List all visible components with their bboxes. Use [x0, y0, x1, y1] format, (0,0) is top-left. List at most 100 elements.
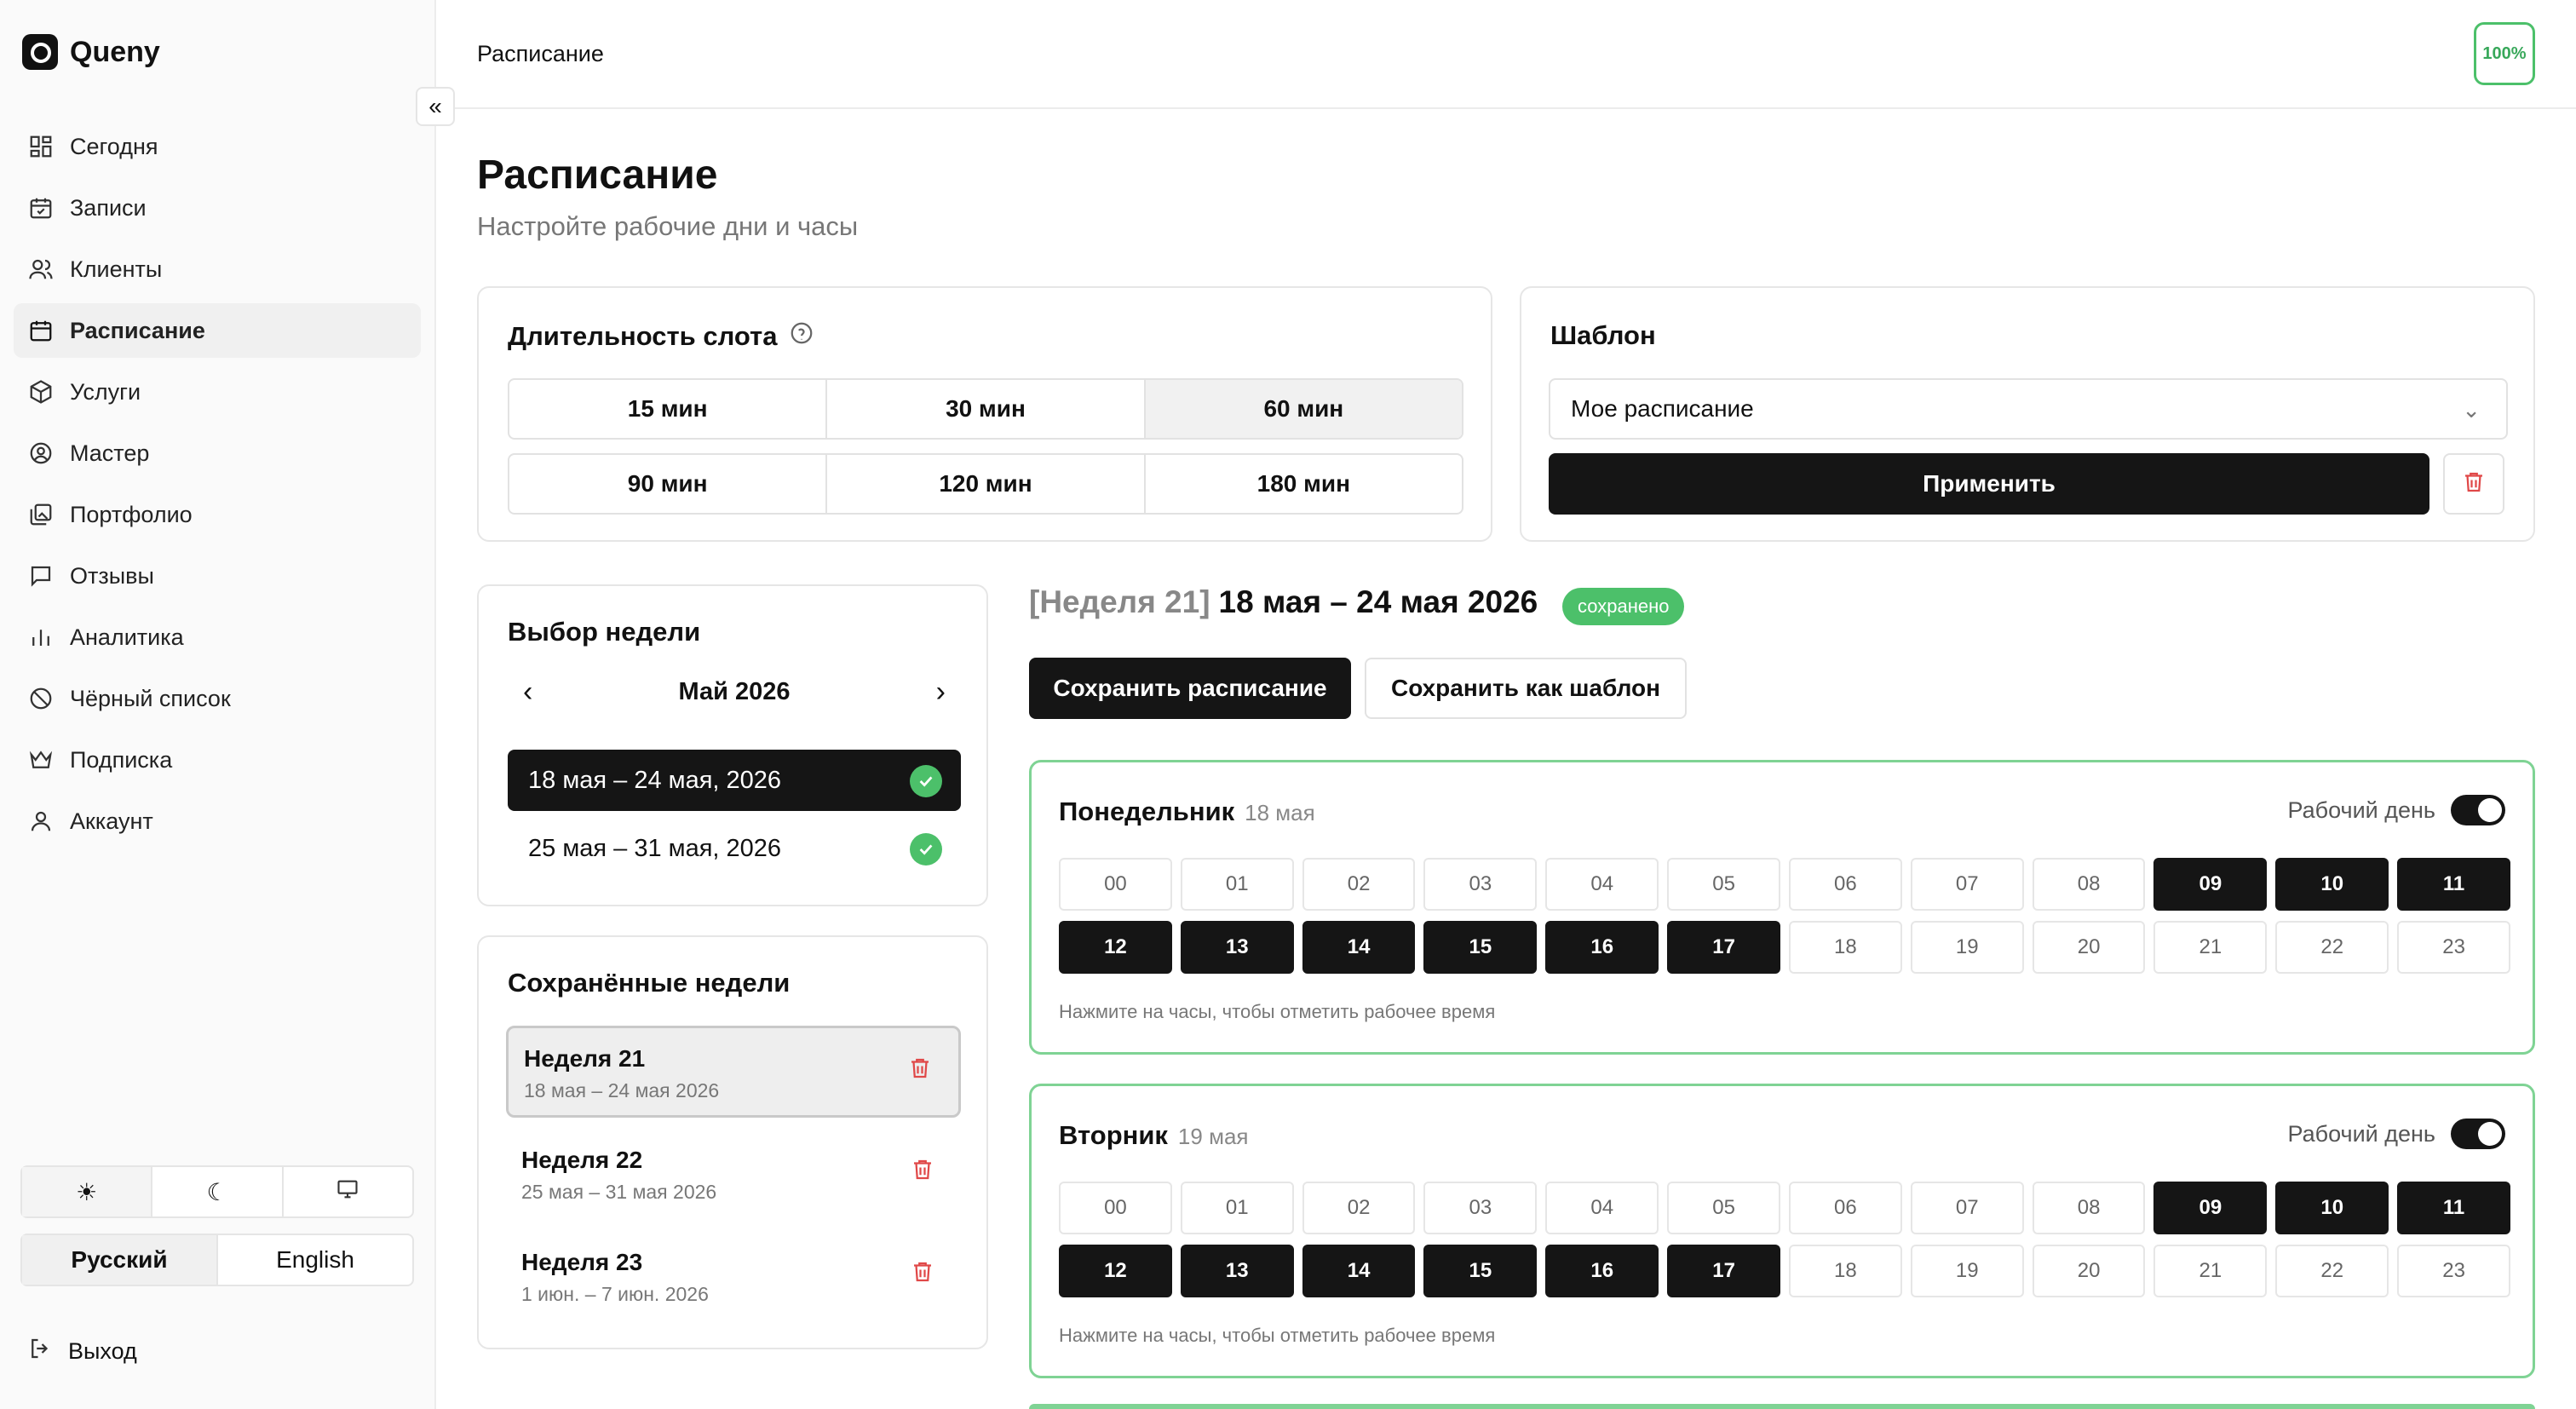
hour-cell[interactable]: 23 [2397, 1245, 2510, 1297]
hour-cell[interactable]: 01 [1180, 1182, 1294, 1234]
sidebar-item-subscription[interactable]: Подписка [14, 733, 421, 787]
help-icon[interactable] [789, 320, 814, 353]
hour-cell[interactable]: 19 [1910, 921, 2024, 974]
hour-cell[interactable]: 05 [1667, 858, 1780, 911]
hour-cell[interactable]: 12 [1059, 921, 1172, 974]
hour-cell[interactable]: 00 [1059, 1182, 1172, 1234]
sidebar-collapse-button[interactable]: « [416, 87, 455, 126]
slot-option-30[interactable]: 30 мин [827, 380, 1146, 438]
template-card: Шаблон Мое расписание ⌄ Применить [1520, 286, 2535, 542]
sidebar-item-today[interactable]: Сегодня [14, 119, 421, 174]
logout-button[interactable]: Выход [27, 1336, 137, 1367]
hour-cell[interactable]: 18 [1788, 1245, 1902, 1297]
theme-light-button[interactable]: ☀ [22, 1167, 153, 1216]
template-select[interactable]: Мое расписание ⌄ [1549, 378, 2508, 440]
hour-cell[interactable]: 04 [1545, 1182, 1659, 1234]
lang-ru-button[interactable]: Русский [22, 1235, 218, 1285]
hour-cell[interactable]: 08 [2032, 1182, 2146, 1234]
apply-template-button[interactable]: Применить [1549, 453, 2429, 515]
week-option[interactable]: 25 мая – 31 мая, 2026 [508, 818, 961, 879]
slot-option-60[interactable]: 60 мин [1145, 380, 1462, 438]
hour-cell[interactable]: 11 [2397, 1182, 2510, 1234]
hour-cell[interactable]: 10 [2275, 858, 2389, 911]
prev-month-button[interactable]: ‹ [523, 676, 532, 709]
hour-cell[interactable]: 20 [2032, 1245, 2146, 1297]
hour-cell[interactable]: 15 [1423, 921, 1538, 974]
next-month-button[interactable]: › [936, 676, 946, 709]
slot-option-90[interactable]: 90 мин [509, 455, 828, 513]
saved-week-item[interactable]: Неделя 22 25 мая – 31 мая 2026 [506, 1130, 961, 1222]
sidebar-item-analytics[interactable]: Аналитика [14, 610, 421, 664]
lang-en-button[interactable]: English [218, 1235, 412, 1285]
hour-cell[interactable]: 14 [1302, 1245, 1416, 1297]
theme-dark-button[interactable]: ☾ [152, 1167, 284, 1216]
hour-cell[interactable]: 13 [1180, 1245, 1294, 1297]
hour-cell[interactable]: 02 [1302, 1182, 1416, 1234]
hour-cell[interactable]: 22 [2275, 921, 2389, 974]
sidebar-item-reviews[interactable]: Отзывы [14, 549, 421, 603]
hour-cell[interactable]: 13 [1180, 921, 1294, 974]
saved-week-item[interactable]: Неделя 21 18 мая – 24 мая 2026 [506, 1026, 961, 1118]
hour-cell[interactable]: 04 [1545, 858, 1659, 911]
trash-icon[interactable] [907, 1055, 933, 1085]
hour-cell[interactable]: 19 [1910, 1245, 2024, 1297]
workday-toggle[interactable] [2451, 795, 2505, 825]
hour-cell[interactable]: 12 [1059, 1245, 1172, 1297]
hour-cell[interactable]: 09 [2153, 1182, 2268, 1234]
hour-cell[interactable]: 06 [1788, 858, 1902, 911]
check-icon [910, 833, 942, 866]
hour-cell[interactable]: 03 [1423, 858, 1538, 911]
topbar: Расписание 100% [438, 0, 2576, 109]
sidebar-item-schedule[interactable]: Расписание [14, 303, 421, 358]
sidebar-item-bookings[interactable]: Записи [14, 181, 421, 235]
hour-cell[interactable]: 09 [2153, 858, 2268, 911]
sidebar-item-portfolio[interactable]: Портфолио [14, 487, 421, 542]
progress-badge[interactable]: 100% [2474, 22, 2535, 85]
sidebar-item-blacklist[interactable]: Чёрный список [14, 671, 421, 726]
hour-cell[interactable]: 07 [1910, 1182, 2024, 1234]
hour-cell[interactable]: 06 [1788, 1182, 1902, 1234]
hour-cell[interactable]: 22 [2275, 1245, 2389, 1297]
week-option[interactable]: 18 мая – 24 мая, 2026 [508, 750, 961, 811]
hour-cell[interactable]: 18 [1788, 921, 1902, 974]
hour-cell[interactable]: 23 [2397, 921, 2510, 974]
sidebar-item-account[interactable]: Аккаунт [14, 794, 421, 848]
hour-cell[interactable]: 02 [1302, 858, 1416, 911]
hour-cell[interactable]: 10 [2275, 1182, 2389, 1234]
trash-icon[interactable] [910, 1259, 935, 1289]
slot-duration-header: Длительность слота [508, 320, 814, 353]
hour-cell[interactable]: 16 [1545, 1245, 1659, 1297]
save-as-template-button[interactable]: Сохранить как шаблон [1365, 658, 1687, 719]
hour-cell[interactable]: 17 [1667, 921, 1780, 974]
theme-system-button[interactable] [284, 1167, 412, 1216]
save-schedule-button[interactable]: Сохранить расписание [1029, 658, 1351, 719]
saved-week-range: 1 июн. – 7 июн. 2026 [521, 1283, 709, 1305]
slot-option-180[interactable]: 180 мин [1146, 455, 1462, 513]
hour-cell[interactable]: 01 [1180, 858, 1294, 911]
sidebar-item-master[interactable]: Мастер [14, 426, 421, 480]
app-logo[interactable]: Queny [22, 34, 160, 70]
workday-label: Рабочий день [2287, 1120, 2436, 1147]
hour-cell[interactable]: 21 [2153, 1245, 2268, 1297]
hour-cell[interactable]: 17 [1667, 1245, 1780, 1297]
hour-cell[interactable]: 08 [2032, 858, 2146, 911]
hour-cell[interactable]: 00 [1059, 858, 1172, 911]
sidebar-item-services[interactable]: Услуги [14, 365, 421, 419]
saved-week-item[interactable]: Неделя 23 1 июн. – 7 июн. 2026 [506, 1232, 961, 1324]
hour-cell[interactable]: 15 [1423, 1245, 1538, 1297]
hour-cell[interactable]: 21 [2153, 921, 2268, 974]
delete-template-button[interactable] [2443, 453, 2504, 515]
hour-cell[interactable]: 11 [2397, 858, 2510, 911]
hour-cell[interactable]: 20 [2032, 921, 2146, 974]
hour-cell[interactable]: 07 [1910, 858, 2024, 911]
slot-option-120[interactable]: 120 мин [827, 455, 1146, 513]
hour-cell[interactable]: 14 [1302, 921, 1416, 974]
hour-cell[interactable]: 16 [1545, 921, 1659, 974]
workday-toggle[interactable] [2451, 1119, 2505, 1149]
hour-cell[interactable]: 05 [1667, 1182, 1780, 1234]
trash-icon[interactable] [910, 1157, 935, 1187]
hour-cell[interactable]: 03 [1423, 1182, 1538, 1234]
sidebar-item-clients[interactable]: Клиенты [14, 242, 421, 296]
slot-option-15[interactable]: 15 мин [509, 380, 828, 438]
sidebar-item-label: Отзывы [70, 562, 154, 589]
